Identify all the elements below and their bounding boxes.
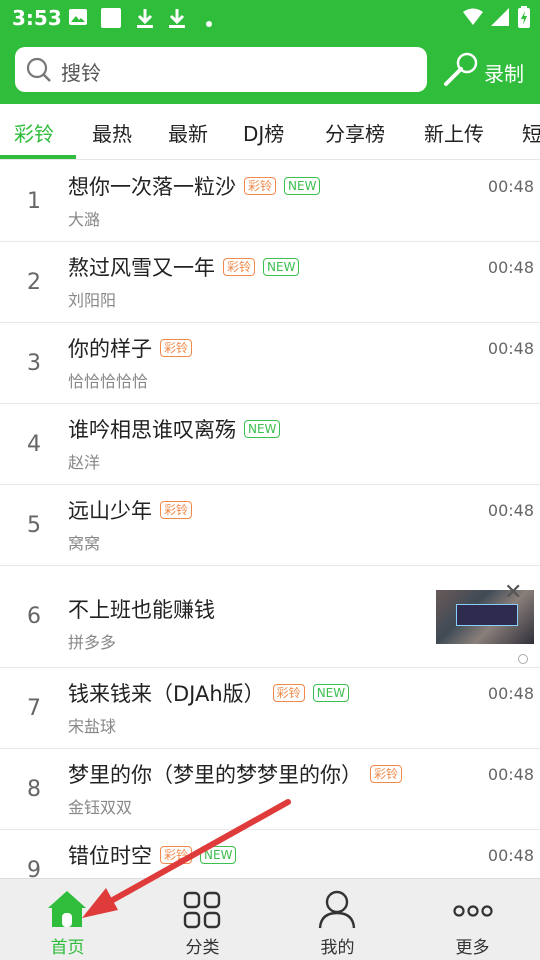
song-row[interactable]: 3 你的样子 彩铃 恰恰恰恰恰 00:48 <box>0 323 540 404</box>
song-rank: 9 <box>27 858 41 878</box>
caling-tag: 彩铃 <box>160 501 193 519</box>
song-rank: 4 <box>27 432 41 457</box>
song-rank: 5 <box>27 513 41 538</box>
tab-dj-chart[interactable]: DJ榜 <box>243 118 284 147</box>
nav-more[interactable]: 更多 <box>405 879 540 960</box>
song-row[interactable]: 4 谁吟相思谁叹离殇 NEW 赵洋 <box>0 404 540 485</box>
new-tag: NEW <box>312 684 350 702</box>
close-icon[interactable]: ✕ <box>504 580 522 605</box>
song-artist: 窝窝 <box>68 534 101 553</box>
tab-short[interactable]: 短 <box>522 118 540 147</box>
category-tabs: 彩铃 最热 最新 DJ榜 分享榜 新上传 短 <box>0 104 540 160</box>
song-title: 想你一次落一粒沙 <box>68 175 236 199</box>
song-row[interactable]: 1 想你一次落一粒沙 彩铃 NEW 大潞 00:48 <box>0 161 540 242</box>
song-rank: 8 <box>27 777 41 802</box>
search-icon <box>25 56 53 88</box>
caling-tag: 彩铃 <box>160 846 193 864</box>
tab-newest[interactable]: 最新 <box>168 118 208 147</box>
song-title: 梦里的你（梦里的梦梦里的你） <box>68 763 362 787</box>
new-tag: NEW <box>263 258 300 276</box>
status-time: 3:53 <box>12 6 62 30</box>
home-icon <box>46 889 88 933</box>
song-row[interactable]: 8 梦里的你（梦里的梦梦里的你） 彩铃 金钰双双 00:48 <box>0 749 540 830</box>
caling-tag: 彩铃 <box>223 258 256 276</box>
song-rank: 3 <box>27 351 41 376</box>
tab-hottest[interactable]: 最热 <box>92 118 132 147</box>
ad-advertiser: 拼多多 <box>68 633 117 652</box>
download-icon <box>167 7 187 33</box>
dot-icon <box>205 13 213 32</box>
song-rank: 6 <box>27 604 41 629</box>
song-title: 远山少年 <box>68 499 152 523</box>
search-input[interactable]: 搜铃 <box>15 47 427 92</box>
new-tag: NEW <box>244 420 281 438</box>
song-title: 钱来钱来（DJAh版） <box>68 682 265 706</box>
song-list[interactable]: 1 想你一次落一粒沙 彩铃 NEW 大潞 00:48 2 熬过风雪又一年 彩铃 … <box>0 161 540 878</box>
tab-new-upload[interactable]: 新上传 <box>424 118 484 147</box>
tab-caling[interactable]: 彩铃 <box>14 118 54 147</box>
song-artist: 宋盐球 <box>68 717 117 736</box>
ad-info-icon[interactable] <box>518 654 528 664</box>
nav-home-label: 首页 <box>50 938 85 958</box>
song-duration: 00:48 <box>487 846 534 865</box>
song-rank: 2 <box>27 270 41 295</box>
header: 搜铃 录制 <box>0 36 540 104</box>
record-button[interactable]: 录制 <box>440 50 532 90</box>
battery-icon <box>518 6 530 32</box>
song-artist: 大潞 <box>68 210 101 229</box>
song-artist: 赵洋 <box>68 453 101 472</box>
grid-icon <box>183 891 221 933</box>
wifi-icon <box>462 8 484 30</box>
nav-category-label: 分类 <box>185 938 220 958</box>
download-icon <box>135 7 155 33</box>
song-rank: 1 <box>27 189 41 214</box>
song-artist: 恰恰恰恰恰 <box>68 372 149 391</box>
more-icon <box>453 903 493 922</box>
song-duration: 00:48 <box>487 258 534 277</box>
nav-profile[interactable]: 我的 <box>270 879 405 960</box>
song-rank: 7 <box>27 696 41 721</box>
song-artist: 刘阳阳 <box>68 291 117 310</box>
song-title: 谁吟相思谁叹离殇 <box>68 418 236 442</box>
search-placeholder: 搜铃 <box>61 61 101 85</box>
tab-share-chart[interactable]: 分享榜 <box>325 118 385 147</box>
signal-icon <box>490 7 510 31</box>
ad-row[interactable]: 6 不上班也能赚钱 拼多多 ✕ <box>0 566 540 668</box>
new-tag: NEW <box>284 177 321 195</box>
ad-title: 不上班也能赚钱 <box>68 598 215 622</box>
image-notification-icon <box>68 7 88 31</box>
profile-icon <box>317 889 357 933</box>
song-title: 熬过风雪又一年 <box>68 256 215 280</box>
caling-tag: 彩铃 <box>244 177 277 195</box>
nav-home[interactable]: 首页 <box>0 879 135 960</box>
song-duration: 00:48 <box>487 177 534 196</box>
song-row[interactable]: 5 远山少年 彩铃 窝窝 00:48 <box>0 485 540 566</box>
status-bar: 3:53 <box>0 0 540 36</box>
record-label: 录制 <box>484 62 524 86</box>
caling-tag: 彩铃 <box>160 339 193 357</box>
active-tab-indicator <box>0 155 76 159</box>
song-row[interactable]: 2 熬过风雪又一年 彩铃 NEW 刘阳阳 00:48 <box>0 242 540 323</box>
song-title: 你的样子 <box>68 337 152 361</box>
nav-category[interactable]: 分类 <box>135 879 270 960</box>
caling-tag: 彩铃 <box>272 684 305 702</box>
new-tag: NEW <box>200 846 237 864</box>
song-title: 错位时空 <box>68 844 152 868</box>
nav-more-label: 更多 <box>455 938 490 958</box>
song-duration: 00:48 <box>487 765 534 784</box>
bottom-navigation: 首页 分类 我的 更多 <box>0 878 540 960</box>
caling-tag: 彩铃 <box>370 765 403 783</box>
song-row[interactable]: 7 钱来钱来（DJAh版） 彩铃 NEW 宋盐球 00:48 <box>0 668 540 749</box>
song-row[interactable]: 9 错位时空 彩铃 NEW 00:48 <box>0 830 540 878</box>
blank-notification-icon <box>100 7 122 33</box>
ad-banner <box>456 604 518 626</box>
microphone-icon <box>440 50 480 94</box>
song-duration: 00:48 <box>487 684 534 703</box>
app-root: 3:53 搜铃 录制 彩铃 最热 最新 DJ榜 分享榜 新上传 短 1 想你一次… <box>0 0 540 960</box>
song-duration: 00:48 <box>487 339 534 358</box>
nav-profile-label: 我的 <box>320 938 355 958</box>
song-artist: 金钰双双 <box>68 798 133 817</box>
song-duration: 00:48 <box>487 501 534 520</box>
